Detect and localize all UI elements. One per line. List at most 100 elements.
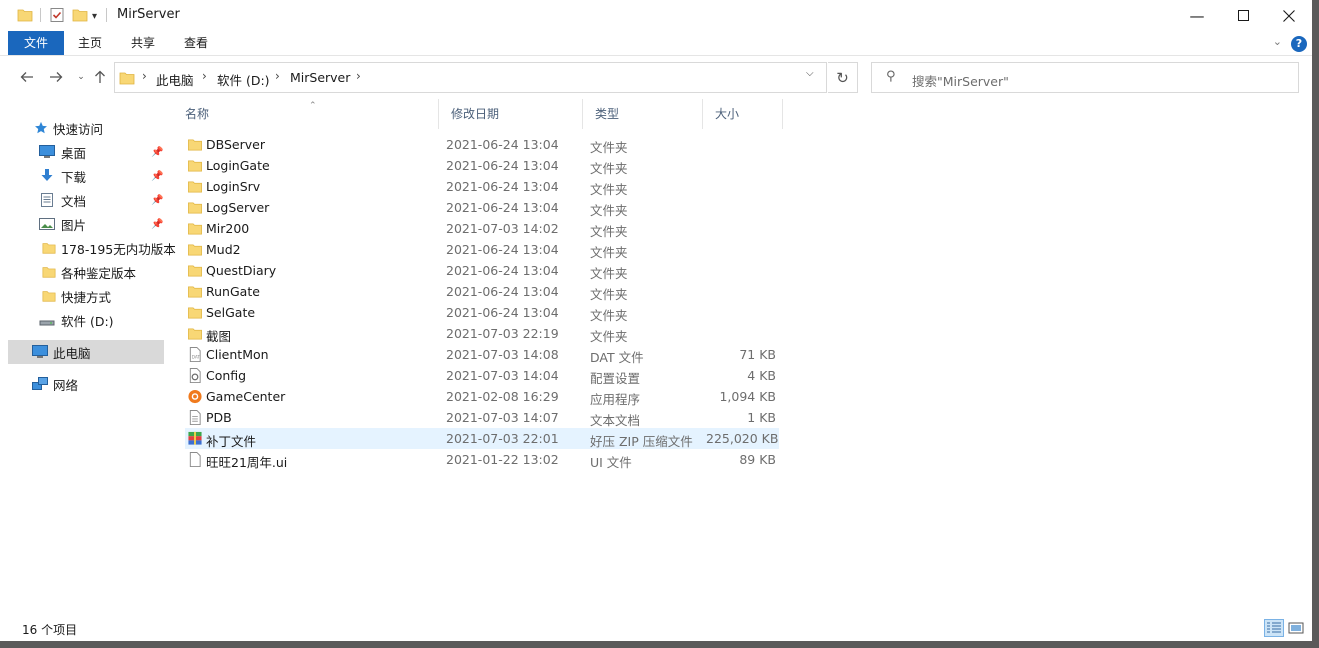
maximize-icon	[1237, 10, 1249, 21]
details-view-button[interactable]	[1264, 619, 1284, 637]
column-header-type[interactable]: 类型	[583, 99, 703, 129]
folder-icon	[17, 9, 33, 22]
large-icons-view-button[interactable]	[1286, 619, 1306, 637]
chevron-right-icon[interactable]: ›	[142, 69, 147, 83]
arrow-up-icon	[95, 70, 105, 83]
file-name: 截图	[206, 329, 232, 344]
file-row[interactable]: GameCenter 2021-02-08 16:29 应用程序 1,094 KB	[185, 386, 779, 407]
file-row[interactable]: SelGate 2021-06-24 13:04 文件夹	[185, 302, 779, 323]
folder-icon	[188, 244, 202, 256]
customize-toolbar-icon[interactable]: ▾	[92, 7, 97, 25]
sidebar-item-network[interactable]: 网络	[8, 372, 164, 396]
file-row[interactable]: Config 2021-07-03 14:04 配置设置 4 KB	[185, 365, 779, 386]
breadcrumb-drive-d[interactable]: 软件 (D:)	[217, 70, 270, 89]
recent-locations-button[interactable]: ⌄	[71, 67, 91, 87]
file-name: Mud2	[206, 242, 241, 257]
svg-text:DAT: DAT	[192, 354, 201, 359]
up-button[interactable]	[90, 67, 110, 87]
minimize-button[interactable]: —	[1174, 0, 1220, 31]
pin-icon[interactable]: 📌	[151, 147, 163, 158]
sidebar-item-folder-identify[interactable]: 各种鉴定版本	[8, 260, 164, 284]
pin-icon[interactable]: 📌	[151, 195, 163, 206]
sidebar-item-label: 下载	[61, 169, 87, 185]
back-button[interactable]	[17, 67, 37, 87]
title-separator	[40, 8, 41, 22]
file-row[interactable]: RunGate 2021-06-24 13:04 文件夹	[185, 281, 779, 302]
column-header-size[interactable]: 大小	[703, 99, 783, 129]
sidebar-item-label: 快捷方式	[61, 289, 112, 305]
address-history-dropdown[interactable]: ⌵	[806, 68, 814, 79]
sidebar-item-label: 此电脑	[53, 345, 91, 361]
folder-icon	[42, 243, 56, 254]
pin-icon[interactable]: 📌	[151, 171, 163, 182]
refresh-icon: ↻	[836, 68, 849, 87]
close-button[interactable]	[1266, 0, 1312, 31]
file-row[interactable]: LoginSrv 2021-06-24 13:04 文件夹	[185, 176, 779, 197]
tab-file[interactable]: 文件	[8, 31, 64, 55]
computer-icon	[32, 345, 48, 358]
file-date: 2021-02-08 16:29	[446, 389, 559, 404]
tab-view[interactable]: 查看	[176, 31, 216, 55]
search-box[interactable]: ⚲ 搜索"MirServer"	[871, 62, 1299, 93]
file-row[interactable]: Mir200 2021-07-03 14:02 文件夹	[185, 218, 779, 239]
file-row[interactable]: LoginGate 2021-06-24 13:04 文件夹	[185, 155, 779, 176]
help-icon[interactable]: ?	[1291, 36, 1307, 52]
breadcrumb-this-pc[interactable]: 此电脑	[156, 70, 194, 89]
breadcrumb-mirserver[interactable]: MirServer	[290, 70, 350, 85]
maximize-button[interactable]	[1220, 0, 1266, 31]
tab-share[interactable]: 共享	[123, 31, 163, 55]
dat-file-icon: DAT	[189, 347, 201, 362]
file-row[interactable]: DAT ClientMon 2021-07-03 14:08 DAT 文件 71 KB	[185, 344, 779, 365]
refresh-button[interactable]: ↻	[828, 62, 858, 93]
forward-button[interactable]	[46, 67, 66, 87]
new-folder-icon[interactable]	[72, 7, 88, 23]
expand-ribbon-icon[interactable]: ⌄	[1273, 35, 1282, 48]
sidebar-item-drive-d[interactable]: 软件 (D:)	[8, 308, 164, 332]
sidebar-item-this-pc[interactable]: 此电脑	[8, 340, 164, 364]
folder-icon	[188, 265, 202, 277]
pin-icon[interactable]: 📌	[151, 219, 163, 230]
column-header-date[interactable]: 修改日期	[439, 99, 583, 129]
chevron-right-icon[interactable]: ›	[356, 69, 361, 83]
column-header-name[interactable]: ⌃ 名称	[173, 99, 439, 129]
chevron-right-icon[interactable]: ›	[275, 69, 280, 83]
sidebar-item-desktop[interactable]: 桌面 📌	[8, 140, 164, 164]
properties-icon[interactable]	[49, 7, 65, 23]
file-row[interactable]: 旺旺21周年.ui 2021-01-22 13:02 UI 文件 89 KB	[185, 449, 779, 470]
picture-icon	[39, 218, 55, 230]
sidebar-item-pictures[interactable]: 图片 📌	[8, 212, 164, 236]
file-row[interactable]: QuestDiary 2021-06-24 13:04 文件夹	[185, 260, 779, 281]
chevron-right-icon[interactable]: ›	[202, 69, 207, 83]
sidebar-item-label: 网络	[53, 377, 79, 393]
folder-icon	[188, 139, 202, 151]
sidebar-item-folder-178[interactable]: 178-195无内功版本	[8, 236, 176, 260]
file-name: QuestDiary	[206, 263, 277, 278]
file-row[interactable]: PDB 2021-07-03 14:07 文本文档 1 KB	[185, 407, 779, 428]
file-date: 2021-07-03 14:04	[446, 368, 559, 383]
sidebar-item-downloads[interactable]: 下载 📌	[8, 164, 164, 188]
arrow-right-icon	[50, 72, 63, 82]
file-row[interactable]: 补丁文件 2021-07-03 22:01 好压 ZIP 压缩文件 225,020 K…	[185, 428, 779, 449]
sidebar-item-documents[interactable]: 文档 📌	[8, 188, 164, 212]
download-icon	[41, 169, 53, 181]
file-date: 2021-06-24 13:04	[446, 305, 559, 320]
address-bar[interactable]: › 此电脑 › 软件 (D:) › MirServer ›	[114, 62, 827, 93]
file-row[interactable]: DBServer 2021-06-24 13:04 文件夹	[185, 134, 779, 155]
sidebar-item-folder-shortcuts[interactable]: 快捷方式	[8, 284, 164, 308]
star-icon	[35, 121, 47, 134]
file-name: GameCenter	[206, 389, 286, 404]
close-icon	[1283, 9, 1295, 22]
file-row[interactable]: LogServer 2021-06-24 13:04 文件夹	[185, 197, 779, 218]
file-type: 文件夹	[590, 182, 628, 197]
tab-home[interactable]: 主页	[70, 31, 110, 55]
file-size: 71 KB	[739, 347, 776, 362]
file-row[interactable]: Mud2 2021-06-24 13:04 文件夹	[185, 239, 779, 260]
sidebar-item-label: 桌面	[61, 145, 87, 161]
file-date: 2021-06-24 13:04	[446, 284, 559, 299]
file-name: LoginSrv	[206, 179, 261, 194]
file-name: Mir200	[206, 221, 250, 236]
sidebar-item-quick-access[interactable]: 快速访问	[8, 116, 164, 140]
file-row[interactable]: 截图 2021-07-03 22:19 文件夹	[185, 323, 779, 344]
file-date: 2021-07-03 22:19	[446, 326, 559, 341]
folder-icon	[188, 223, 202, 235]
